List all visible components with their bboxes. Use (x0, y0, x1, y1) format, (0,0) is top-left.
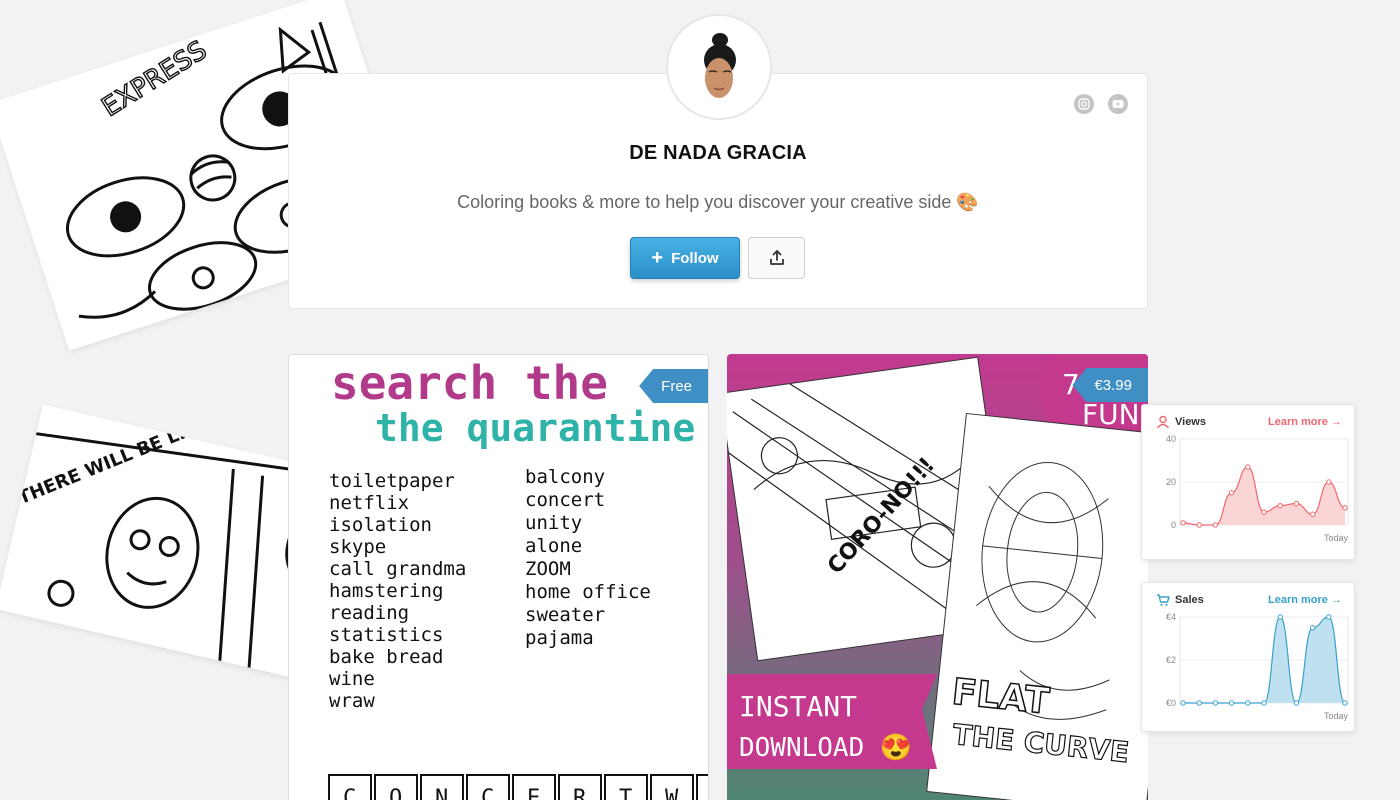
word-item: unity (525, 512, 582, 534)
y-tick-label: €0 (1166, 698, 1176, 708)
word-item: alone (525, 535, 582, 557)
grid-letter: C (481, 786, 494, 800)
sales-learn-more-label: Learn more (1268, 594, 1328, 606)
instagram-icon[interactable] (1074, 94, 1094, 114)
thumb-title-2: the quarantine (375, 406, 695, 450)
word-item: skype (329, 536, 386, 558)
word-item: wine (329, 668, 375, 690)
views-widget: Views Learn more → 40 20 0 Today (1141, 404, 1355, 560)
word-item: wraw (329, 690, 375, 712)
word-item: statistics (329, 624, 443, 646)
grid-letter: C (343, 786, 356, 800)
chart-point (1228, 700, 1235, 706)
word-item: isolation (329, 514, 432, 536)
chart-point (1180, 520, 1186, 526)
chart-point (1342, 700, 1348, 706)
grid-letter: W (665, 786, 679, 800)
chart-point (1196, 700, 1202, 706)
product-thumbnail: search the the quarantine toiletpapernet… (328, 356, 708, 800)
chart-point (1228, 490, 1235, 496)
word-item: hamstering (329, 580, 443, 602)
grid-cell (696, 774, 708, 800)
chart-point (1261, 509, 1267, 515)
chart-point (1261, 700, 1267, 706)
price-tag: €3.99 (1072, 368, 1148, 402)
y-tick-label: €2 (1166, 655, 1176, 665)
x-axis-label: Today (1324, 533, 1349, 543)
follow-button[interactable]: + Follow (630, 237, 740, 279)
chart-point (1342, 505, 1348, 511)
share-icon (769, 250, 784, 265)
share-button[interactable] (748, 237, 805, 279)
avatar[interactable] (666, 14, 772, 120)
word-item: ZOOM (525, 558, 571, 580)
arrow-right-icon: → (1331, 594, 1342, 606)
grid-letter: T (619, 786, 632, 800)
chart-point (1326, 479, 1332, 485)
user-icon (1156, 415, 1170, 429)
word-item: call grandma (329, 558, 466, 580)
profile-tagline: Coloring books & more to help you discov… (457, 192, 979, 212)
word-item: concert (525, 489, 605, 511)
chart-point (1212, 700, 1219, 706)
banner-line-1: INSTANT (739, 690, 857, 723)
grid-letter: N (435, 786, 448, 800)
chart-point (1293, 700, 1300, 706)
profile-name: DE NADA GRACIA (629, 142, 807, 164)
arrow-right-icon: → (1331, 416, 1342, 428)
sales-learn-more[interactable]: Learn more → (1268, 594, 1342, 606)
thumb-title-1: search the (331, 356, 608, 410)
follow-label: Follow (671, 249, 719, 267)
product-thumbnail: 7 FUN CORO-NO!!! FLAT THE CURVE INSTANT … (727, 354, 1148, 800)
chart-point (1196, 522, 1202, 528)
banner-line-2: DOWNLOAD 😍 (739, 733, 912, 763)
avatar-portrait (668, 16, 770, 118)
product-card-word-search[interactable]: Free search the the quarantine toiletpap… (288, 354, 709, 800)
x-axis-label: Today (1324, 711, 1349, 721)
product-card-coloring-book[interactable]: €3.99 7 FUN CORO-NO!!! FLAT THE CURVE IN… (727, 354, 1148, 800)
chart-point (1309, 511, 1316, 517)
word-item: reading (329, 602, 409, 624)
word-item: home office (525, 581, 651, 603)
grid-letter: R (573, 786, 587, 800)
sales-chart: €4 €2 €0 Today (1166, 612, 1349, 721)
sales-title: Sales (1175, 594, 1204, 606)
cart-icon (1157, 594, 1170, 606)
views-chart: 40 20 0 Today (1166, 434, 1349, 543)
plus-icon: + (651, 247, 664, 269)
grid-letter: O (389, 786, 402, 800)
word-item: netflix (329, 492, 409, 514)
y-tick-label: €4 (1166, 612, 1176, 622)
youtube-icon[interactable] (1108, 94, 1128, 114)
views-title: Views (1175, 416, 1206, 428)
word-item: sweater (525, 604, 605, 626)
chart-point (1245, 700, 1251, 706)
chart-point (1245, 464, 1251, 470)
word-item: bake bread (329, 646, 443, 668)
chart-point (1326, 614, 1332, 620)
views-learn-more-label: Learn more (1268, 416, 1328, 428)
y-tick-label: 0 (1171, 520, 1176, 530)
chart-point (1180, 700, 1186, 706)
sales-widget: Sales Learn more → €4 €2 €0 Today (1141, 582, 1355, 732)
y-tick-label: 20 (1166, 477, 1176, 487)
y-tick-label: 40 (1166, 434, 1176, 444)
grid-letter: E (527, 786, 540, 800)
word-item: toiletpaper (329, 470, 455, 492)
sketch-eyes-text: EXPRESS (97, 35, 212, 123)
word-item: pajama (525, 627, 594, 649)
chart-point (1212, 522, 1219, 528)
price-tag: Free (639, 369, 708, 403)
word-item: balcony (525, 466, 605, 488)
chart-point (1277, 614, 1283, 620)
chart-point (1309, 625, 1316, 631)
chart-point (1293, 500, 1300, 507)
chart-point (1277, 502, 1283, 509)
views-learn-more[interactable]: Learn more → (1268, 416, 1342, 428)
